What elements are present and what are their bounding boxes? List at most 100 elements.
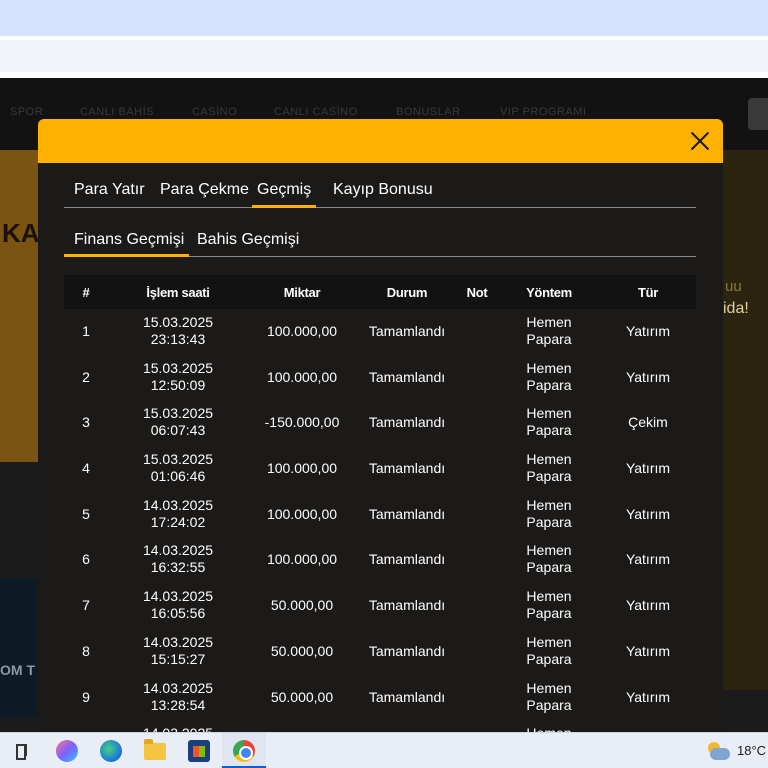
cell-time-date: 14.03.2025 [142, 542, 214, 559]
cell-amount: 100.000,00 [266, 505, 338, 522]
col-header-status: Durum [386, 285, 428, 300]
history-modal: Para Yatır Para Çekme Geçmiş Kayıp Bonus… [38, 119, 723, 732]
cell-time: 14.03.2025 [124, 725, 232, 732]
finance-history-table: # İşlem saati Miktar Durum Not Yöntem Tü… [64, 275, 696, 732]
cell-type: Yatırım [625, 460, 671, 477]
edge-icon[interactable] [100, 740, 122, 762]
cell-amount: 100.000,00 [266, 368, 338, 385]
nav-item-casino[interactable]: CASİNO [192, 106, 237, 118]
tab-gecmis[interactable]: Geçmiş [252, 181, 317, 208]
nav-item-spor[interactable]: SPOR [10, 106, 43, 118]
subtab-finans-gecmisi[interactable]: Finans Geçmişi [64, 231, 190, 257]
cell-method-method1: Hemen [526, 451, 572, 468]
nav-login-button[interactable] [748, 98, 768, 130]
cell-index: 3 [82, 414, 90, 431]
banner-left-lower-text: OM T [0, 662, 35, 678]
nav-item-vip-programi[interactable]: VIP PROGRAMI [500, 106, 586, 118]
cell-time-date: 14.03.2025 [142, 679, 214, 696]
browser-tab-strip [0, 0, 768, 36]
tab-para-cekme[interactable]: Para Çekme [160, 181, 249, 208]
table-row: 5 14.03.2025 17:24:02 100.000,00 Tamamlandı H… [64, 492, 696, 538]
cell-time-time: 12:50:09 [150, 376, 206, 393]
cell-time-date: 14.03.2025 [142, 496, 214, 513]
cell-method-method2: Papara [526, 650, 572, 667]
table-row: 3 15.03.2025 06:07:43 -150.000,00 Tamamlandı… [64, 400, 696, 446]
banner-right-text-1: uu [725, 278, 742, 295]
cell-type: Yatırım [625, 368, 671, 385]
cell-method-method2: Papara [526, 422, 572, 439]
cell-index: 5 [82, 505, 90, 522]
cell-time-date: 14.03.2025 [142, 633, 214, 650]
cell-method: Hemen Papara [504, 497, 594, 531]
table-row: 6 14.03.2025 16:32:55 100.000,00 Tamamlandı H… [64, 537, 696, 583]
cell-method: Hemen Papara [504, 360, 594, 394]
cell-status: Tamamlandı [368, 460, 446, 477]
right-promo-banner[interactable]: uu ida! [723, 150, 768, 690]
cell-type: Yatırım [625, 597, 671, 614]
col-header-method: Yöntem [526, 285, 572, 300]
tab-para-yatir[interactable]: Para Yatır [74, 181, 145, 208]
cell-index: 2 [82, 368, 90, 385]
cell-time: 14.03.2025 15:15:27 [124, 634, 232, 668]
cell-time-date: 15.03.2025 [142, 359, 214, 376]
copilot-icon[interactable] [56, 740, 78, 762]
tab-kayip-bonusu[interactable]: Kayıp Bonusu [333, 181, 433, 208]
cell-time-time: 17:24:02 [150, 513, 206, 530]
left-promo-banner[interactable]: KA [0, 150, 40, 462]
cell-time: 15.03.2025 06:07:43 [124, 405, 232, 439]
cell-amount: 50.000,00 [270, 642, 334, 659]
chrome-icon[interactable] [233, 740, 255, 762]
cell-amount: 100.000,00 [266, 551, 338, 568]
cell-amount: 100.000,00 [266, 460, 338, 477]
col-header-note: Not [466, 285, 488, 300]
close-icon[interactable] [687, 128, 713, 154]
task-view-icon[interactable] [12, 740, 34, 762]
cell-method-method2: Papara [526, 605, 572, 622]
cell-method-method2: Papara [526, 468, 572, 485]
cell-time: 14.03.2025 17:24:02 [124, 497, 232, 531]
cell-type: Yatırım [625, 551, 671, 568]
cell-time-time: 16:05:56 [150, 605, 206, 622]
cell-method-method1: Hemen [526, 633, 572, 650]
file-explorer-icon[interactable] [144, 739, 166, 760]
subtab-bahis-gecmisi[interactable]: Bahis Geçmişi [197, 231, 299, 257]
banner-left-text: KA [2, 218, 40, 248]
nav-item-canli-bahis[interactable]: CANLI BAHİS [80, 106, 154, 118]
cell-time: 14.03.2025 16:05:56 [124, 588, 232, 622]
cell-index: 9 [82, 688, 90, 705]
temperature-readout[interactable]: 18°C [737, 743, 766, 758]
cell-time-time: 06:07:43 [150, 422, 206, 439]
table-row: 4 15.03.2025 01:06:46 100.000,00 Tamamlandı H… [64, 446, 696, 492]
table-row: 8 14.03.2025 15:15:27 50.000,00 Tamamlandı He… [64, 629, 696, 675]
cell-time-time: 16:32:55 [150, 559, 206, 576]
history-subtabs: Finans Geçmişi Bahis Geçmişi [64, 226, 696, 257]
cell-status: Tamamlandı [368, 368, 446, 385]
cell-method-method1: Hemen [526, 542, 572, 559]
cell-status: Tamamlandı [368, 597, 446, 614]
cell-method-method1: Hemen [504, 725, 594, 732]
chrome-taskbar-button[interactable] [222, 733, 266, 768]
cell-type: Çekim [628, 414, 668, 431]
table-row: 14.03.2025 Hemen [64, 720, 696, 732]
cell-time-date: 14.03.2025 [142, 588, 214, 605]
cell-method: Hemen Papara [504, 588, 594, 622]
col-header-time: İşlem saati [146, 285, 210, 300]
cell-time: 15.03.2025 23:13:43 [124, 314, 232, 348]
cell-method-method2: Papara [526, 331, 572, 347]
left-lower-banner[interactable]: OM T [0, 578, 38, 718]
cell-status: Tamamlandı [368, 323, 446, 339]
nav-item-canli-casino[interactable]: CANLI CASİNO [274, 106, 358, 118]
cell-method: Hemen [504, 725, 594, 732]
nav-item-bonuslar[interactable]: BONUSLAR [396, 106, 461, 118]
cell-index: 4 [82, 460, 90, 477]
partly-cloudy-icon[interactable] [706, 742, 730, 760]
table-row: 2 15.03.2025 12:50:09 100.000,00 Tamamlandı H… [64, 355, 696, 401]
banner-right-text-2: ida! [723, 300, 749, 317]
store-icon[interactable] [188, 740, 210, 762]
cell-method: Hemen Papara [504, 634, 594, 668]
cell-method-method1: Hemen [526, 405, 572, 422]
cell-status: Tamamlandı [368, 414, 446, 431]
cell-method-method1: Hemen [526, 314, 572, 330]
cell-amount: -150.000,00 [264, 414, 340, 431]
cell-method-method1: Hemen [526, 679, 572, 696]
